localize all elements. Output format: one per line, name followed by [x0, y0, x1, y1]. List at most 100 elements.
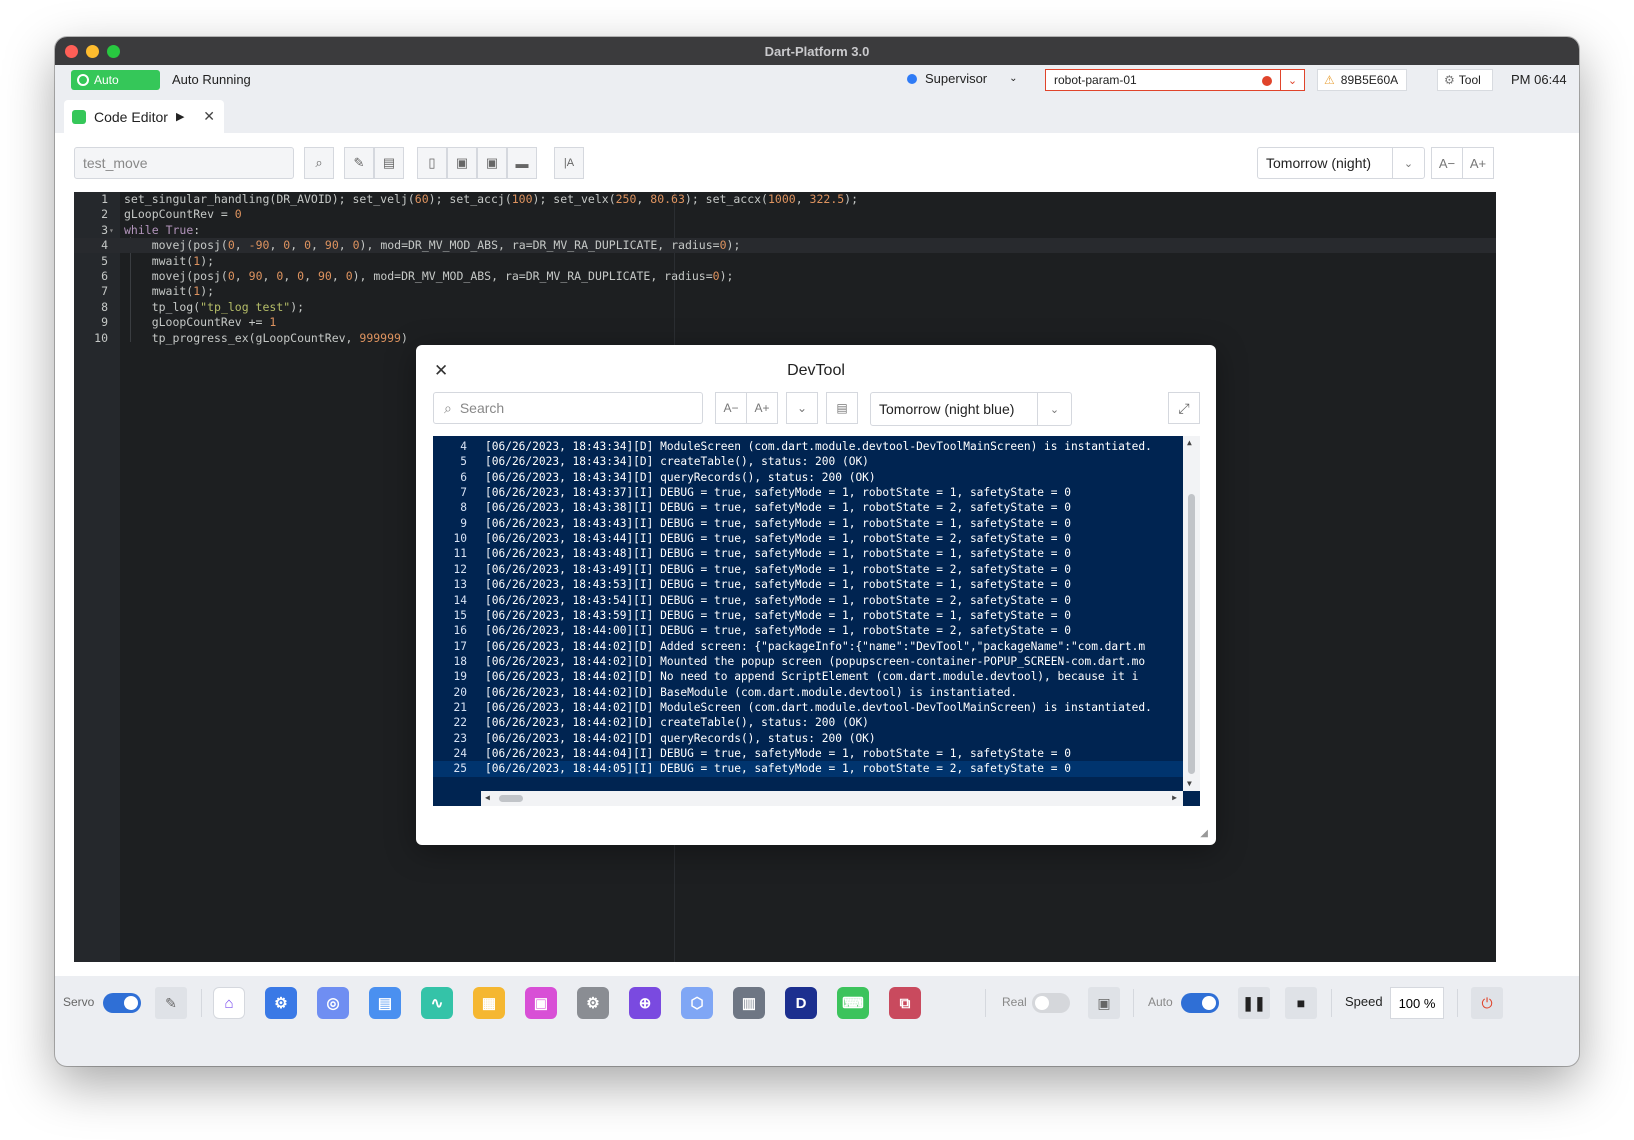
code-line[interactable]: 7 mwait(1); — [74, 284, 1496, 299]
log-line[interactable]: 10 [06/26/2023, 18:43:44][I] DEBUG = true… — [433, 531, 1200, 547]
expand-button[interactable]: ⤢ — [1168, 392, 1200, 424]
log-line[interactable]: 24 [06/26/2023, 18:44:04][I] DEBUG = true… — [433, 746, 1200, 762]
search-button[interactable]: ⌕ — [304, 147, 334, 179]
wireless-app-icon[interactable]: ◎ — [317, 987, 349, 1019]
user-selector[interactable]: Supervisor ⌄ — [907, 71, 1018, 86]
pencil-icon: ✎ — [353, 155, 365, 170]
chevron-down-icon[interactable]: ⌄ — [1280, 70, 1304, 90]
format-button[interactable]: |A — [554, 147, 584, 179]
dart-app-icon[interactable]: D — [785, 987, 817, 1019]
robot-arm-app-icon[interactable]: ⚙ — [265, 987, 297, 1019]
simulation-button[interactable]: ▣ — [1088, 987, 1120, 1019]
filename-input[interactable]: test_move — [74, 147, 294, 179]
serial-badge[interactable]: ⚠ 89B5E60A — [1317, 69, 1407, 91]
log-line[interactable]: 23 [06/26/2023, 18:44:02][D] queryRecords… — [433, 731, 1200, 747]
mode-badge[interactable]: Auto — [71, 70, 160, 90]
font-decrease-button[interactable]: A− — [715, 392, 747, 424]
vertical-scrollbar[interactable]: ▲ ▼ — [1183, 436, 1200, 791]
log-line[interactable]: 9 [06/26/2023, 18:43:43][I] DEBUG = true,… — [433, 516, 1200, 532]
scroll-bottom-button[interactable]: ⌄ — [786, 392, 818, 424]
toolbox-app-icon[interactable]: ▥ — [733, 987, 765, 1019]
code-line[interactable]: 4 movej(posj(0, -90, 0, 0, 90, 0), mod=D… — [74, 238, 1496, 254]
clear-log-button[interactable]: ▤ — [826, 392, 858, 424]
new-file-button[interactable]: ▯ — [417, 147, 447, 179]
log-line[interactable]: 16 [06/26/2023, 18:44:00][I] DEBUG = true… — [433, 623, 1200, 639]
log-theme-select[interactable]: Tomorrow (night blue) ⌄ — [870, 392, 1072, 426]
log-line[interactable]: 4 [06/26/2023, 18:43:34][D] ModuleScreen … — [433, 439, 1200, 455]
log-line[interactable]: 12 [06/26/2023, 18:43:49][I] DEBUG = true… — [433, 562, 1200, 578]
pause-button[interactable]: ❚❚ — [1238, 987, 1270, 1019]
search-input[interactable]: ⌕ Search — [433, 392, 703, 424]
store-app-icon[interactable]: ▣ — [525, 987, 557, 1019]
close-icon[interactable]: ✕ — [203, 108, 215, 125]
log-line[interactable]: 18 [06/26/2023, 18:44:02][D] Mounted the … — [433, 654, 1200, 670]
close-window-button[interactable] — [65, 45, 78, 58]
code-line[interactable]: 3 ▾ while True: — [74, 223, 1496, 238]
code-editor-app-icon[interactable]: ⌨ — [837, 987, 869, 1019]
font-increase-button[interactable]: A+ — [746, 392, 778, 424]
scroll-left-icon[interactable]: ◀ — [485, 793, 490, 802]
code-line[interactable]: 1 set_singular_handling(DR_AVOID); set_ve… — [74, 192, 1496, 207]
log-line[interactable]: 5 [06/26/2023, 18:43:34][D] createTable()… — [433, 454, 1200, 470]
devtool-app-icon[interactable]: ⧉ — [889, 987, 921, 1019]
delete-button[interactable]: ▬ — [507, 147, 537, 179]
fold-toggle-icon[interactable]: ▾ — [109, 223, 114, 238]
wrench-button[interactable]: ✎ — [155, 987, 187, 1019]
save-as-button[interactable]: ▣ — [477, 147, 507, 179]
document-app-icon[interactable]: ▤ — [369, 987, 401, 1019]
real-toggle[interactable] — [1032, 993, 1070, 1013]
save-button[interactable]: ▣ — [447, 147, 477, 179]
notes-app-icon[interactable]: ▦ — [473, 987, 505, 1019]
tool-button[interactable]: ⚙ Tool — [1437, 69, 1493, 91]
servo-toggle[interactable] — [103, 993, 141, 1013]
log-line[interactable]: 20 [06/26/2023, 18:44:02][D] BaseModule (… — [433, 685, 1200, 701]
log-line[interactable]: 13 [06/26/2023, 18:43:53][I] DEBUG = true… — [433, 577, 1200, 593]
log-line[interactable]: 19 [06/26/2023, 18:44:02][D] No need to a… — [433, 669, 1200, 685]
log-line[interactable]: 6 [06/26/2023, 18:43:34][D] queryRecords(… — [433, 470, 1200, 486]
horizontal-scrollbar[interactable]: ◀ ▶ — [481, 791, 1183, 806]
joystick-app-icon[interactable]: ⊕ — [629, 987, 661, 1019]
settings-app-icon[interactable]: ⚙ — [577, 987, 609, 1019]
line-number: 19 — [453, 670, 467, 684]
resize-grip-icon[interactable]: ◢ — [1200, 828, 1208, 839]
log-line[interactable]: 25 [06/26/2023, 18:44:05][I] DEBUG = true… — [433, 761, 1200, 778]
log-line[interactable]: 17 [06/26/2023, 18:44:02][D] Added screen… — [433, 639, 1200, 655]
editor-theme-select[interactable]: Tomorrow (night) ⌄ — [1257, 147, 1425, 179]
cube-app-icon[interactable]: ⬡ — [681, 987, 713, 1019]
scroll-up-icon[interactable]: ▲ — [1187, 438, 1192, 447]
edit-button[interactable]: ✎ — [344, 147, 374, 179]
log-line[interactable]: 14 [06/26/2023, 18:43:54][I] DEBUG = true… — [433, 593, 1200, 609]
scroll-thumb[interactable] — [1188, 494, 1195, 774]
log-line[interactable]: 15 [06/26/2023, 18:43:59][I] DEBUG = true… — [433, 608, 1200, 624]
log-line[interactable]: 7 [06/26/2023, 18:43:37][I] DEBUG = true,… — [433, 485, 1200, 501]
window-title: Dart-Platform 3.0 — [764, 43, 870, 59]
home-app-icon[interactable]: ⌂ — [213, 987, 245, 1019]
scroll-right-icon[interactable]: ▶ — [1172, 793, 1177, 802]
clear-button[interactable]: ▤ — [374, 147, 404, 179]
log-line[interactable]: 21 [06/26/2023, 18:44:02][D] ModuleScreen… — [433, 700, 1200, 716]
zoom-window-button[interactable] — [107, 45, 120, 58]
code-line[interactable]: 2 gLoopCountRev = 0 — [74, 207, 1496, 222]
font-increase-button[interactable]: A+ — [1462, 147, 1494, 179]
code-line[interactable]: 6 movej(posj(0, 90, 0, 0, 90, 0), mod=DR… — [74, 269, 1496, 284]
tab-code-editor[interactable]: Code Editor ▶ ✕ — [64, 100, 224, 133]
stop-button[interactable]: ■ — [1285, 987, 1317, 1019]
log-line[interactable]: 8 [06/26/2023, 18:43:38][I] DEBUG = true,… — [433, 500, 1200, 516]
code-line[interactable]: 10 tp_progress_ex(gLoopCountRev, 999999) — [74, 331, 1496, 346]
log-line[interactable]: 22 [06/26/2023, 18:44:02][D] createTable(… — [433, 715, 1200, 731]
scroll-thumb[interactable] — [499, 795, 523, 802]
power-button[interactable]: ⏻ — [1471, 987, 1503, 1019]
code-line[interactable]: 8 tp_log("tp_log test"); — [74, 300, 1496, 315]
code-line[interactable]: 9 gLoopCountRev += 1 — [74, 315, 1496, 330]
minimize-window-button[interactable] — [86, 45, 99, 58]
code-line[interactable]: 5 mwait(1); — [74, 254, 1496, 269]
font-decrease-button[interactable]: A− — [1431, 147, 1463, 179]
auto-toggle[interactable] — [1181, 993, 1219, 1013]
robot-param-selector[interactable]: robot-param-01 ⌄ — [1045, 69, 1305, 91]
clock: PM 06:44 — [1511, 72, 1567, 87]
scroll-down-icon[interactable]: ▼ — [1187, 779, 1192, 788]
log-viewer[interactable]: 4 [06/26/2023, 18:43:34][D] ModuleScreen … — [433, 436, 1200, 806]
log-line[interactable]: 11 [06/26/2023, 18:43:48][I] DEBUG = true… — [433, 546, 1200, 562]
monitor-app-icon[interactable]: ∿ — [421, 987, 453, 1019]
speed-input[interactable]: 100 % — [1390, 987, 1444, 1019]
